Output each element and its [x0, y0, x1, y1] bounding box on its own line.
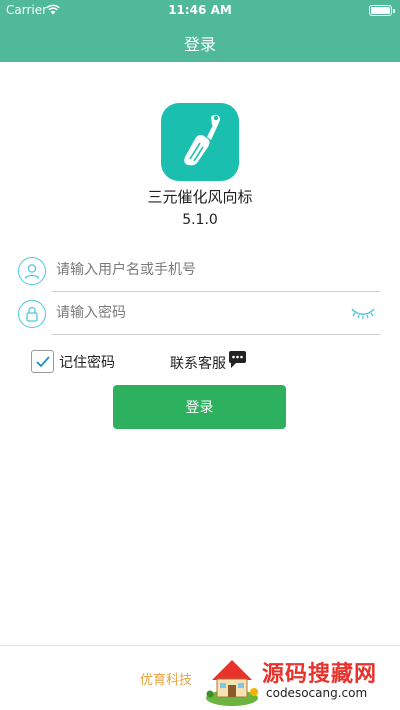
password-field [18, 295, 380, 335]
app-version: 5.1.0 [182, 212, 218, 228]
watermark-title: 源码搜藏网 [262, 662, 378, 687]
user-icon [18, 257, 46, 285]
clock: 11:46 AM [168, 3, 232, 17]
status-bar: Carrier 11:46 AM [0, 0, 400, 20]
watermark-url: codesocang.com [266, 686, 368, 700]
company-label: 优育科技 [140, 673, 193, 688]
checkmark-icon [35, 355, 50, 367]
footer-divider [0, 645, 400, 646]
contact-support-link[interactable]: 联系客服 [170, 353, 226, 373]
login-button[interactable]: 登录 [113, 385, 286, 429]
password-input[interactable] [56, 295, 336, 331]
lock-icon [18, 300, 46, 328]
password-underline [52, 334, 380, 335]
username-underline [52, 291, 380, 292]
app-name: 三元催化风向标 [147, 188, 253, 206]
app-logo [161, 103, 239, 181]
battery-icon [369, 5, 395, 16]
username-input[interactable] [56, 252, 336, 288]
house-logo-icon [206, 660, 258, 706]
remember-label[interactable]: 记住密码 [59, 352, 115, 372]
username-field [18, 252, 380, 292]
catalytic-converter-icon [184, 114, 221, 166]
header: Carrier 11:46 AM 登录 [0, 0, 400, 62]
remember-checkbox[interactable] [31, 350, 54, 373]
watermark: 源码搜藏网 codesocang.com [202, 652, 400, 710]
chat-bubble-icon[interactable] [228, 351, 247, 369]
eye-closed-icon[interactable] [350, 305, 376, 321]
page-title: 登录 [183, 35, 216, 54]
